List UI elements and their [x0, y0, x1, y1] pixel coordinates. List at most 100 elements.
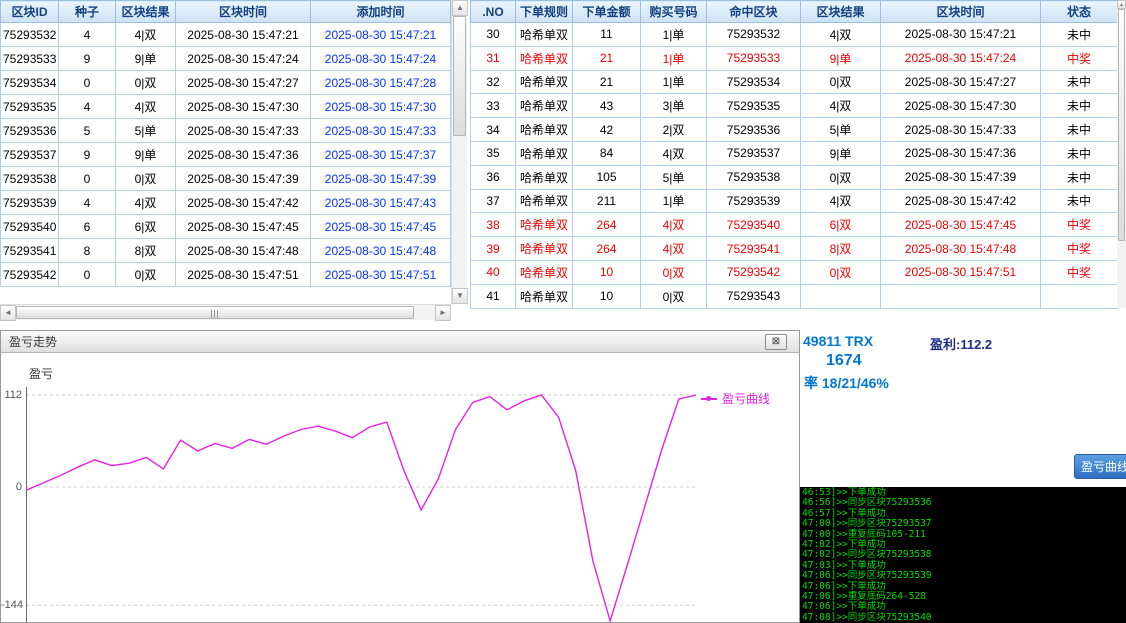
cell-block: 75293543	[707, 284, 801, 308]
table-row[interactable]: 33哈希单双433|单752935354|双2025-08-30 15:47:3…	[471, 94, 1118, 118]
profit-trend-window: 盈亏走势 ⊠ 盈亏 1120-144 盈亏曲线	[0, 330, 800, 623]
scroll-up-icon[interactable]: ▲	[1117, 0, 1126, 9]
cell-rule: 哈希单双	[516, 284, 573, 308]
cell-time: 2025-08-30 15:47:33	[881, 118, 1041, 142]
table-row[interactable]: 7529354188|双2025-08-30 15:47:482025-08-3…	[1, 239, 451, 263]
column-header[interactable]: 状态	[1041, 1, 1118, 23]
cell-number: 0|双	[641, 260, 707, 284]
cell-block: 75293541	[707, 237, 801, 261]
cell-add_time: 2025-08-30 15:47:51	[311, 263, 451, 287]
table-row[interactable]: 7529354066|双2025-08-30 15:47:452025-08-3…	[1, 215, 451, 239]
column-header[interactable]: 区块ID	[1, 1, 59, 23]
table-row[interactable]: 7529353800|双2025-08-30 15:47:392025-08-3…	[1, 167, 451, 191]
window-title: 盈亏走势	[1, 335, 57, 349]
cell-status: 未中	[1041, 70, 1118, 94]
scroll-down-icon[interactable]: ▼	[452, 288, 468, 304]
table-row[interactable]: 41哈希单双100|双75293543	[471, 284, 1118, 308]
cell-block: 75293537	[707, 141, 801, 165]
column-header[interactable]: 命中区块	[707, 1, 801, 23]
cell-block_time: 2025-08-30 15:47:39	[176, 167, 311, 191]
vertical-scrollbar-thumb[interactable]	[453, 16, 466, 136]
cell-number: 4|双	[641, 237, 707, 261]
cell-number: 4|双	[641, 141, 707, 165]
table-row[interactable]: 7529353799|单2025-08-30 15:47:362025-08-3…	[1, 143, 451, 167]
table-row[interactable]: 35哈希单双844|双752935379|单2025-08-30 15:47:3…	[471, 141, 1118, 165]
cell-time: 2025-08-30 15:47:45	[881, 213, 1041, 237]
table-row[interactable]: 30哈希单双111|单752935324|双2025-08-30 15:47:2…	[471, 23, 1118, 47]
log-line: 47:08]>>同步区块75293540	[802, 613, 1126, 623]
horizontal-scrollbar-thumb[interactable]	[16, 306, 414, 319]
table-row[interactable]: 7529353400|双2025-08-30 15:47:272025-08-3…	[1, 71, 451, 95]
blocks-horizontal-scrollbar[interactable]: ◄ ►	[0, 304, 451, 320]
cell-result: 0|双	[116, 263, 176, 287]
column-header[interactable]: 区块时间	[176, 1, 311, 23]
column-header[interactable]: 区块时间	[881, 1, 1041, 23]
cell-no: 30	[471, 23, 516, 47]
cell-seed: 0	[59, 167, 116, 191]
cell-time: 2025-08-30 15:47:24	[881, 46, 1041, 70]
cell-rule: 哈希单双	[516, 189, 573, 213]
cell-number: 0|双	[641, 284, 707, 308]
cell-id: 75293542	[1, 263, 59, 287]
table-row[interactable]: 37哈希单双2111|单752935394|双2025-08-30 15:47:…	[471, 189, 1118, 213]
cell-seed: 9	[59, 47, 116, 71]
table-row[interactable]: 7529353544|双2025-08-30 15:47:302025-08-3…	[1, 95, 451, 119]
orders-vertical-scrollbar[interactable]: ▲	[1117, 0, 1126, 308]
table-row[interactable]: 7529354200|双2025-08-30 15:47:512025-08-3…	[1, 263, 451, 287]
legend-dot-icon	[706, 396, 711, 401]
cell-status: 未中	[1041, 189, 1118, 213]
cell-seed: 0	[59, 71, 116, 95]
order-count-value: 1674	[826, 352, 862, 370]
cell-result: 0|双	[801, 165, 881, 189]
table-row[interactable]: 38哈希单双2644|双752935406|双2025-08-30 15:47:…	[471, 213, 1118, 237]
cell-add_time: 2025-08-30 15:47:37	[311, 143, 451, 167]
table-row[interactable]: 32哈希单双211|单752935340|双2025-08-30 15:47:2…	[471, 70, 1118, 94]
cell-add_time: 2025-08-30 15:47:33	[311, 119, 451, 143]
cell-number: 1|单	[641, 189, 707, 213]
cell-add_time: 2025-08-30 15:47:39	[311, 167, 451, 191]
profit-curve-button[interactable]: 盈亏曲线	[1074, 454, 1126, 479]
cell-time: 2025-08-30 15:47:51	[881, 260, 1041, 284]
app-root: { "icons": { "scroll_up": "▲", "scroll_d…	[0, 0, 1126, 623]
scroll-left-icon[interactable]: ◄	[0, 305, 16, 321]
column-header[interactable]: 下单金额	[573, 1, 641, 23]
table-row[interactable]: 34哈希单双422|双752935365|单2025-08-30 15:47:3…	[471, 118, 1118, 142]
table-row[interactable]: 31哈希单双211|单752935339|单2025-08-30 15:47:2…	[471, 46, 1118, 70]
column-header[interactable]: 区块结果	[801, 1, 881, 23]
table-row[interactable]: 39哈希单双2644|双752935418|双2025-08-30 15:47:…	[471, 237, 1118, 261]
collapse-button[interactable]: ⊠	[765, 334, 787, 350]
cell-result: 6|双	[116, 215, 176, 239]
column-header[interactable]: 购买号码	[641, 1, 707, 23]
cell-block: 75293538	[707, 165, 801, 189]
table-row[interactable]: 7529353399|单2025-08-30 15:47:242025-08-3…	[1, 47, 451, 71]
column-header[interactable]: 区块结果	[116, 1, 176, 23]
cell-rule: 哈希单双	[516, 46, 573, 70]
cell-result: 8|双	[801, 237, 881, 261]
column-header[interactable]: 种子	[59, 1, 116, 23]
cell-seed: 6	[59, 215, 116, 239]
window-titlebar[interactable]: 盈亏走势 ⊠	[1, 331, 799, 353]
cell-block_time: 2025-08-30 15:47:24	[176, 47, 311, 71]
table-row[interactable]: 36哈希单双1055|单752935380|双2025-08-30 15:47:…	[471, 165, 1118, 189]
scroll-right-icon[interactable]: ►	[435, 305, 451, 321]
stats-panel: 49811 TRX 盈利:112.2 1674 率 18/21/46% 盈亏曲线	[800, 330, 1126, 487]
cell-result: 4|双	[801, 94, 881, 118]
cell-id: 75293532	[1, 23, 59, 47]
column-header[interactable]: .NO	[471, 1, 516, 23]
vertical-scrollbar-thumb[interactable]	[1118, 9, 1125, 241]
blocks-vertical-scrollbar[interactable]: ▲ ▼	[451, 0, 467, 304]
table-row[interactable]: 40哈希单双100|双752935420|双2025-08-30 15:47:5…	[471, 260, 1118, 284]
cell-add_time: 2025-08-30 15:47:24	[311, 47, 451, 71]
cell-id: 75293536	[1, 119, 59, 143]
scroll-up-icon[interactable]: ▲	[452, 0, 468, 16]
table-row[interactable]: 7529353655|单2025-08-30 15:47:332025-08-3…	[1, 119, 451, 143]
cell-block: 75293542	[707, 260, 801, 284]
column-header[interactable]: 添加时间	[311, 1, 451, 23]
cell-no: 32	[471, 70, 516, 94]
table-row[interactable]: 7529353944|双2025-08-30 15:47:422025-08-3…	[1, 191, 451, 215]
column-header[interactable]: 下单规则	[516, 1, 573, 23]
orders-table-body: 30哈希单双111|单752935324|双2025-08-30 15:47:2…	[471, 23, 1118, 309]
table-row[interactable]: 7529353244|双2025-08-30 15:47:212025-08-3…	[1, 23, 451, 47]
cell-no: 40	[471, 260, 516, 284]
cell-amount: 21	[573, 46, 641, 70]
